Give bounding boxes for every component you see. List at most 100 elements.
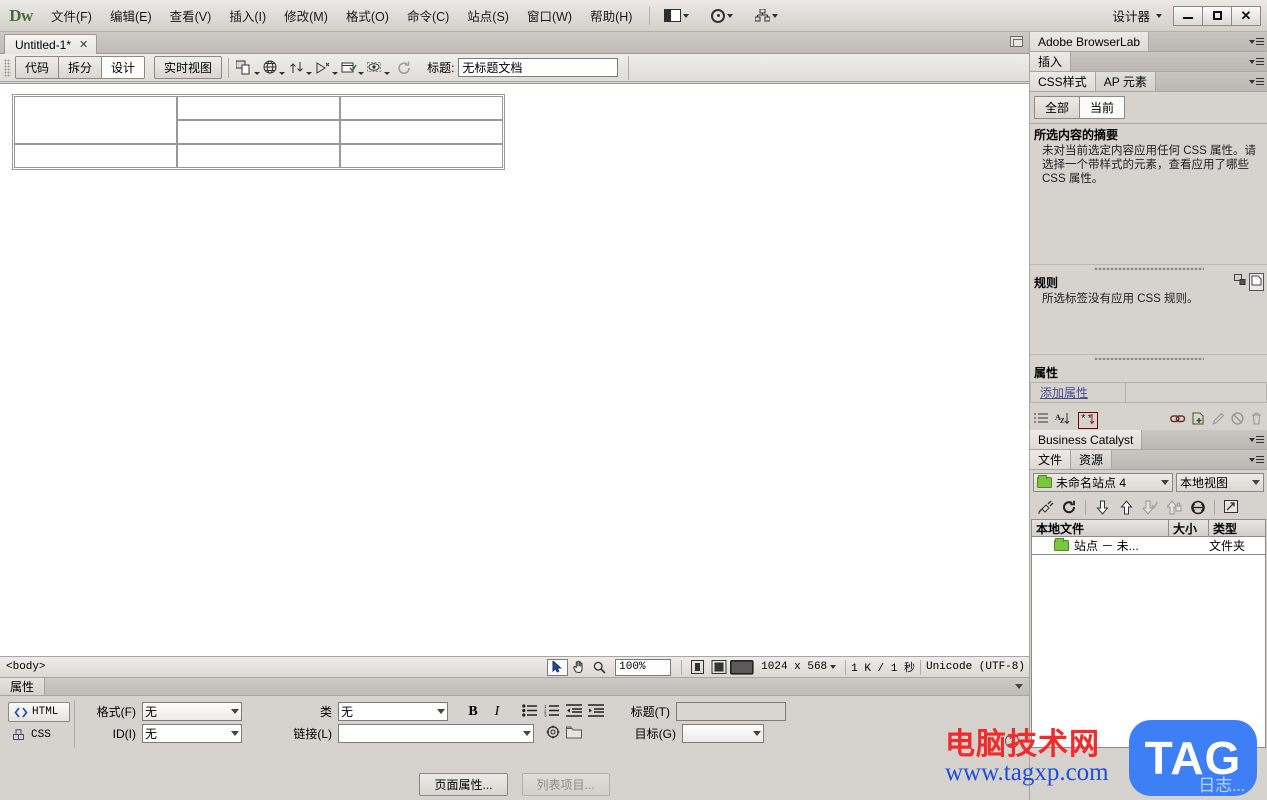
- bold-button[interactable]: B: [464, 704, 482, 720]
- tab-properties[interactable]: 属性: [0, 678, 46, 695]
- list-item-button[interactable]: 列表项目...: [521, 773, 610, 796]
- toolbar-grip[interactable]: [4, 58, 11, 77]
- maximize-button[interactable]: [1202, 5, 1232, 26]
- phone-size-icon[interactable]: [687, 659, 708, 676]
- check-in-icon[interactable]: [1163, 498, 1185, 516]
- visual-aids-icon[interactable]: [365, 57, 391, 79]
- menu-format[interactable]: 格式(O): [337, 3, 398, 28]
- properties-panel-menu[interactable]: [45, 678, 1029, 695]
- table-cell[interactable]: [177, 144, 340, 168]
- panel-browserlab-header[interactable]: Adobe BrowserLab: [1030, 32, 1267, 52]
- tab-assets[interactable]: 资源: [1071, 450, 1113, 469]
- refresh-icon[interactable]: [1058, 498, 1080, 516]
- panel-menu-icon[interactable]: [1245, 52, 1267, 71]
- close-button[interactable]: ✕: [1231, 5, 1261, 26]
- rule-cascade-icon[interactable]: [1234, 274, 1247, 289]
- add-property-cell[interactable]: 添加属性: [1030, 382, 1126, 403]
- tablet-size-icon[interactable]: [708, 659, 729, 676]
- restore-panel-icon[interactable]: [1010, 36, 1023, 47]
- edit-rule-icon[interactable]: [1212, 412, 1225, 428]
- panel-title-business-catalyst[interactable]: Business Catalyst: [1030, 430, 1143, 449]
- table-row[interactable]: 添加属性: [1030, 382, 1267, 403]
- table-cell[interactable]: [340, 144, 503, 168]
- list-view-icon[interactable]: A Z: [1055, 412, 1072, 428]
- menu-modify[interactable]: 修改(M): [275, 3, 337, 28]
- rule-about-icon[interactable]: [1249, 273, 1264, 291]
- view-mode-select[interactable]: 本地视图: [1176, 473, 1264, 492]
- panel-insert-header[interactable]: 插入: [1030, 52, 1267, 72]
- menu-insert[interactable]: 插入(I): [220, 3, 275, 28]
- document-tab-untitled-1[interactable]: Untitled-1* ✕: [4, 34, 98, 54]
- panel-menu-icon[interactable]: [1245, 450, 1267, 469]
- category-view-icon[interactable]: [1034, 413, 1049, 428]
- menu-edit[interactable]: 编辑(E): [101, 3, 161, 28]
- panel-business-catalyst-header[interactable]: Business Catalyst: [1030, 430, 1267, 450]
- tab-code-view[interactable]: 代码: [16, 57, 60, 78]
- zoom-level-select[interactable]: 100%: [615, 658, 672, 676]
- workspace-switcher[interactable]: 设计器: [1106, 4, 1168, 27]
- gear-icon[interactable]: [705, 7, 739, 25]
- css-mode-current-button[interactable]: 当前: [1079, 96, 1126, 119]
- column-header-type[interactable]: 类型: [1209, 520, 1265, 537]
- site-tree-icon[interactable]: [749, 7, 784, 24]
- format-select[interactable]: 无: [142, 702, 242, 721]
- menu-view[interactable]: 查看(V): [161, 3, 221, 28]
- page-title-input[interactable]: [458, 58, 619, 77]
- table-cell[interactable]: [177, 120, 340, 144]
- put-files-icon[interactable]: [1115, 498, 1137, 516]
- panel-menu-icon[interactable]: [1245, 430, 1267, 449]
- minimize-button[interactable]: [1173, 5, 1203, 26]
- panel-resize-handle[interactable]: [1030, 265, 1267, 272]
- tab-split-view[interactable]: 拆分: [59, 57, 103, 78]
- table-cell-merged[interactable]: [14, 96, 177, 144]
- table-cell[interactable]: [340, 120, 503, 144]
- tag-selector[interactable]: <body>: [0, 661, 46, 673]
- local-files-list[interactable]: 本地文件 大小 类型 站点 － 未... 文件夹: [1031, 519, 1266, 555]
- menu-site[interactable]: 站点(S): [458, 3, 518, 28]
- table-row[interactable]: [14, 144, 503, 168]
- chevron-down-icon[interactable]: [830, 665, 837, 669]
- synchronize-icon[interactable]: [1187, 498, 1209, 516]
- refresh-icon[interactable]: [391, 57, 417, 79]
- class-select[interactable]: 无: [338, 702, 448, 721]
- title-input[interactable]: [676, 702, 786, 721]
- tab-files[interactable]: 文件: [1030, 450, 1072, 469]
- preview-browser-icon[interactable]: [261, 57, 287, 79]
- point-to-file-icon[interactable]: [546, 725, 560, 742]
- menu-window[interactable]: 窗口(W): [518, 3, 581, 28]
- site-select[interactable]: 未命名站点 4: [1033, 473, 1173, 492]
- menu-help[interactable]: 帮助(H): [581, 3, 641, 28]
- add-property-link[interactable]: 添加属性: [1032, 386, 1088, 400]
- disable-property-icon[interactable]: [1231, 412, 1244, 428]
- file-management-icon[interactable]: [287, 57, 313, 79]
- outdent-icon[interactable]: [566, 703, 582, 720]
- expand-panel-icon[interactable]: [1220, 498, 1242, 516]
- link-input[interactable]: [338, 724, 534, 743]
- unordered-list-icon[interactable]: [522, 703, 538, 720]
- zoom-tool-icon[interactable]: [589, 659, 610, 676]
- table-cell[interactable]: [340, 96, 503, 120]
- property-value-cell[interactable]: [1125, 382, 1267, 403]
- table-cell[interactable]: [177, 96, 340, 120]
- design-view-canvas[interactable]: [0, 83, 1029, 656]
- help-icon[interactable]: ?: [1005, 734, 1019, 748]
- new-rule-icon[interactable]: [1192, 412, 1206, 428]
- validate-icon[interactable]: [313, 57, 339, 79]
- panel-menu-icon[interactable]: [1245, 32, 1267, 51]
- multiscreen-icon[interactable]: [235, 57, 261, 79]
- tab-design-view[interactable]: 设计: [102, 57, 145, 78]
- attach-stylesheet-icon[interactable]: [1170, 413, 1186, 428]
- menu-commands[interactable]: 命令(C): [398, 3, 458, 28]
- panel-title-insert[interactable]: 插入: [1030, 52, 1072, 71]
- hand-tool-icon[interactable]: [568, 659, 589, 676]
- panel-title-browserlab[interactable]: Adobe BrowserLab: [1030, 32, 1150, 51]
- page-dimensions[interactable]: 1024 x 568: [761, 661, 827, 673]
- indent-icon[interactable]: [588, 703, 604, 720]
- html-table[interactable]: [12, 94, 505, 170]
- get-files-icon[interactable]: [1091, 498, 1113, 516]
- html-mode-button[interactable]: HTML: [8, 702, 70, 722]
- live-view-button[interactable]: 实时视图: [154, 56, 223, 79]
- italic-button[interactable]: I: [488, 704, 506, 720]
- list-item[interactable]: 站点 － 未... 文件夹: [1032, 537, 1265, 554]
- close-icon[interactable]: ✕: [79, 38, 88, 51]
